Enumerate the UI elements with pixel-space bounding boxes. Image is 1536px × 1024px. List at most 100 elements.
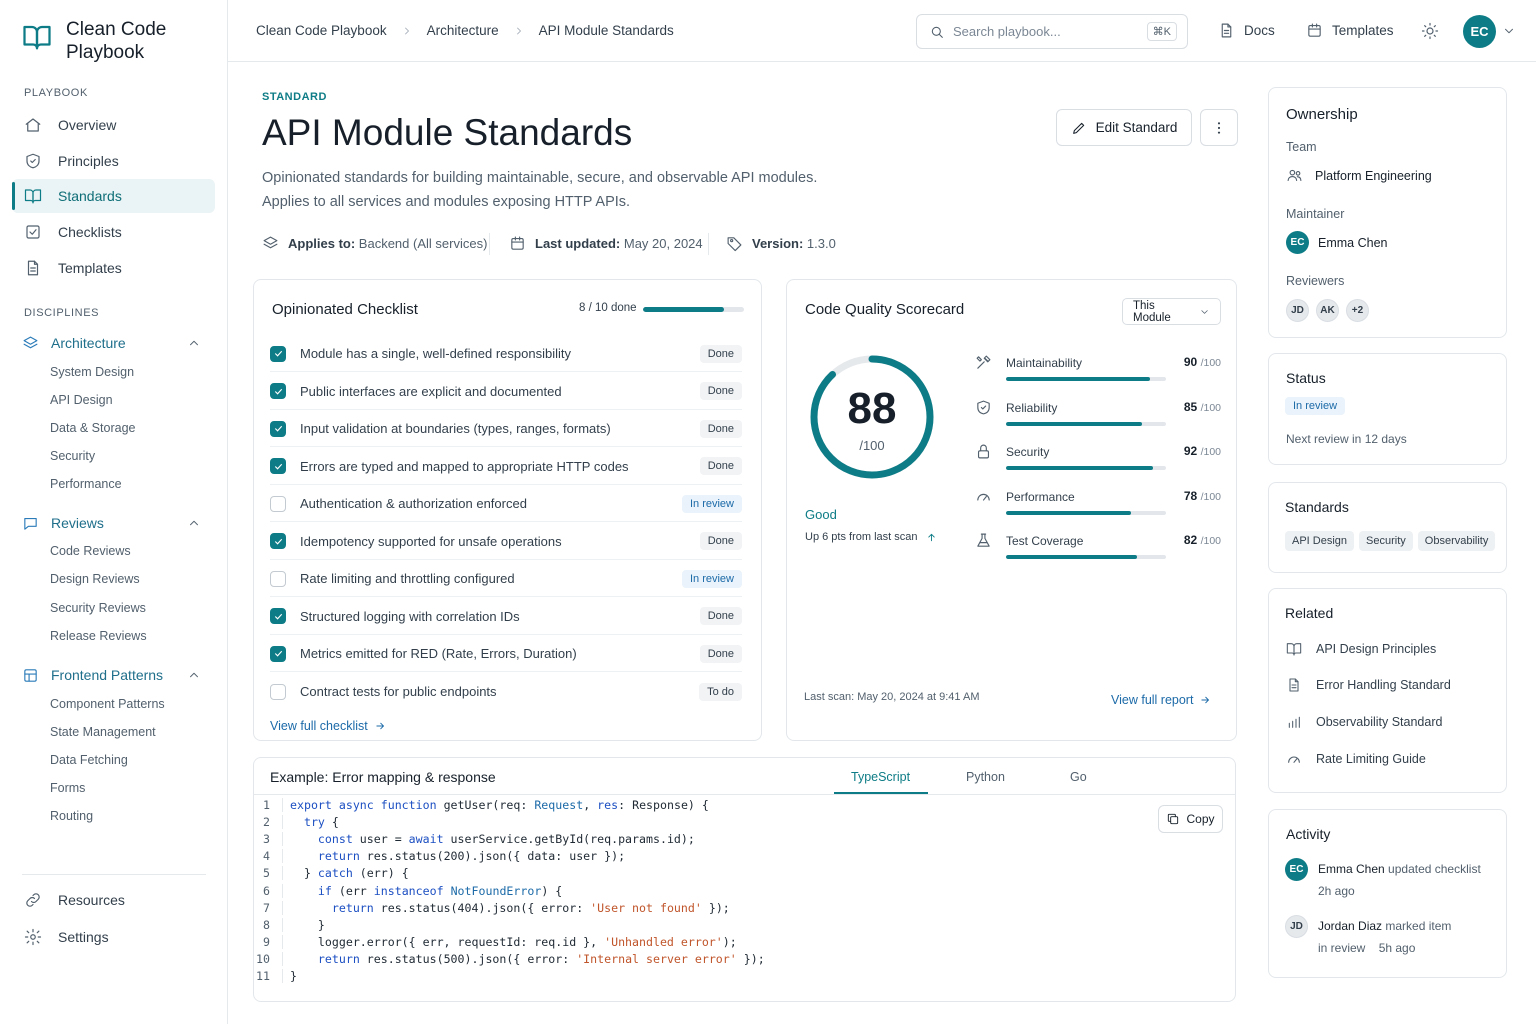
- related-item-api-design-principles[interactable]: API Design Principles: [1286, 641, 1436, 657]
- status-badge: Done: [699, 382, 742, 400]
- sidebar-item-standards[interactable]: Standards: [12, 179, 215, 213]
- tag-security[interactable]: Security: [1359, 531, 1413, 551]
- related-item-observability-standard[interactable]: Observability Standard: [1286, 714, 1442, 730]
- sidebar-sub-performance[interactable]: Performance: [50, 477, 122, 491]
- checklist-checkbox[interactable]: [270, 495, 286, 512]
- chevron-up-icon[interactable]: [187, 336, 201, 350]
- checklist-checkbox[interactable]: [270, 645, 286, 662]
- standards-card: Standards API Design Security Observabil…: [1268, 482, 1507, 573]
- edit-standard-label: Edit Standard: [1095, 120, 1178, 135]
- activity-item: JD Jordan Diaz marked item in review 5h …: [1285, 915, 1451, 959]
- sidebar-sub-api-design[interactable]: API Design: [50, 393, 113, 407]
- breadcrumb-item[interactable]: Clean Code Playbook: [256, 23, 387, 38]
- team-name: Platform Engineering: [1315, 168, 1432, 183]
- metric-value: 90 /100: [1183, 355, 1221, 369]
- related-item-label: API Design Principles: [1316, 642, 1437, 656]
- checklist-checkbox[interactable]: [270, 458, 286, 474]
- view-full-report-link[interactable]: View full report: [1111, 693, 1211, 707]
- sidebar-sub-security[interactable]: Security: [50, 449, 95, 463]
- discipline-architecture[interactable]: Architecture: [12, 330, 215, 356]
- view-full-checklist-link[interactable]: View full checklist: [270, 719, 386, 733]
- scope-select[interactable]: This Module: [1122, 298, 1221, 325]
- sidebar-sub-code-reviews[interactable]: Code Reviews: [50, 544, 131, 558]
- templates-link[interactable]: Templates: [1306, 22, 1394, 39]
- tab-typescript[interactable]: TypeScript: [851, 770, 910, 784]
- checklist-item[interactable]: Module has a single, well-defined respon…: [270, 336, 742, 372]
- sidebar-sub-system-design[interactable]: System Design: [50, 365, 134, 379]
- page-description: Opinionated standards for building maint…: [262, 167, 862, 214]
- checklist-item-text: Structured logging with correlation IDs: [300, 608, 520, 624]
- more-options-button[interactable]: [1200, 109, 1238, 146]
- check-icon: [274, 350, 282, 357]
- sidebar-sub-forms[interactable]: Forms: [50, 781, 85, 795]
- score-delta-text: Up 6 pts from last scan: [805, 531, 918, 543]
- checklist-checkbox[interactable]: [270, 608, 286, 624]
- chevron-up-icon[interactable]: [187, 668, 201, 682]
- chevron-down-icon[interactable]: [1502, 24, 1516, 38]
- sidebar-item-checklists[interactable]: Checklists: [12, 215, 215, 249]
- checklist-checkbox[interactable]: [270, 683, 286, 700]
- metric-bar: [1006, 421, 1166, 426]
- checklist-item-text: Idempotency supported for unsafe operati…: [300, 533, 562, 549]
- discipline-frontend-patterns[interactable]: Frontend Patterns: [12, 662, 215, 688]
- checklist-checkbox[interactable]: [270, 345, 286, 362]
- checklist-checkbox[interactable]: [270, 383, 286, 399]
- breadcrumb-item[interactable]: Architecture: [427, 23, 499, 38]
- checklist-item[interactable]: Public interfaces are explicit and docum…: [270, 374, 742, 410]
- brand[interactable]: Clean Code Playbook: [22, 18, 186, 64]
- sidebar-item-overview[interactable]: Overview: [12, 108, 215, 142]
- chevron-up-icon[interactable]: [187, 516, 201, 530]
- checklist-checkbox[interactable]: [270, 570, 286, 587]
- more-reviewers-badge[interactable]: +2: [1346, 299, 1369, 322]
- search-placeholder: Search playbook...: [953, 24, 1061, 39]
- sidebar-item-templates[interactable]: Templates: [12, 251, 215, 285]
- checklist-item[interactable]: Idempotency supported for unsafe operati…: [270, 524, 742, 560]
- sidebar-sub-data-storage[interactable]: Data & Storage: [50, 421, 135, 435]
- search-input[interactable]: Search playbook... ⌘K: [916, 14, 1188, 49]
- checklist-progress-fill: [643, 307, 724, 312]
- sidebar-sub-design-reviews[interactable]: Design Reviews: [50, 572, 140, 586]
- sidebar-sub-data-fetching[interactable]: Data Fetching: [50, 753, 128, 767]
- checklist-item[interactable]: Input validation at boundaries (types, r…: [270, 411, 742, 447]
- sidebar-sub-security-reviews[interactable]: Security Reviews: [50, 601, 146, 615]
- code-example-card: Example: Error mapping & response TypeSc…: [253, 757, 1236, 1002]
- metric-value: 78 /100: [1183, 488, 1221, 503]
- sidebar-sub-component-patterns[interactable]: Component Patterns: [50, 697, 165, 711]
- related-item-error-handling-standard[interactable]: Error Handling Standard: [1286, 677, 1451, 693]
- checklist-item[interactable]: Rate limiting and throttling configured I…: [270, 561, 742, 597]
- tag-observability[interactable]: Observability: [1417, 531, 1496, 551]
- discipline-reviews[interactable]: Reviews: [12, 510, 215, 536]
- sidebar-sub-routing[interactable]: Routing: [50, 809, 93, 823]
- bar-chart-icon: [1288, 716, 1300, 728]
- theme-toggle-sun-icon[interactable]: [1421, 22, 1439, 40]
- checklist-item[interactable]: Metrics emitted for RED (Rate, Errors, D…: [270, 636, 742, 672]
- checklist-title: Opinionated Checklist: [272, 301, 418, 318]
- checklist-item[interactable]: Errors are typed and mapped to appropria…: [270, 449, 742, 485]
- metric-value: 92 /100: [1183, 444, 1221, 458]
- related-item-rate-limiting-guide[interactable]: Rate Limiting Guide: [1286, 751, 1426, 767]
- checklist-checkbox[interactable]: [270, 420, 286, 437]
- user-avatar[interactable]: EC: [1463, 15, 1496, 48]
- sidebar-item-resources[interactable]: Resources: [12, 883, 215, 917]
- sidebar-sub-state-management[interactable]: State Management: [50, 725, 156, 739]
- checklist-item[interactable]: Contract tests for public endpoints To do: [270, 674, 742, 710]
- score-max: /100: [859, 438, 885, 453]
- metric-name: Performance: [1006, 489, 1075, 504]
- docs-link[interactable]: Docs: [1218, 22, 1275, 39]
- checklist-checkbox[interactable]: [270, 533, 286, 549]
- metric-bar-fill: [1006, 421, 1142, 426]
- tab-python[interactable]: Python: [966, 770, 1005, 784]
- checklist-item[interactable]: Authentication & authorization enforced I…: [270, 486, 742, 522]
- sidebar-item-settings[interactable]: Settings: [12, 920, 215, 954]
- sidebar-sub-release-reviews[interactable]: Release Reviews: [50, 629, 147, 643]
- copy-button[interactable]: Copy: [1158, 805, 1223, 833]
- tag-api-design[interactable]: API Design: [1285, 531, 1355, 551]
- avatar[interactable]: JD: [1286, 299, 1309, 322]
- checklist-item[interactable]: Structured logging with correlation IDs D…: [270, 599, 742, 635]
- sidebar-item-principles[interactable]: Principles: [12, 144, 215, 178]
- avatar[interactable]: AK: [1316, 299, 1339, 322]
- tab-go[interactable]: Go: [1070, 770, 1087, 784]
- shield-icon: [977, 400, 990, 414]
- scorecard-title: Code Quality Scorecard: [805, 301, 965, 318]
- edit-standard-button[interactable]: Edit Standard: [1056, 109, 1192, 146]
